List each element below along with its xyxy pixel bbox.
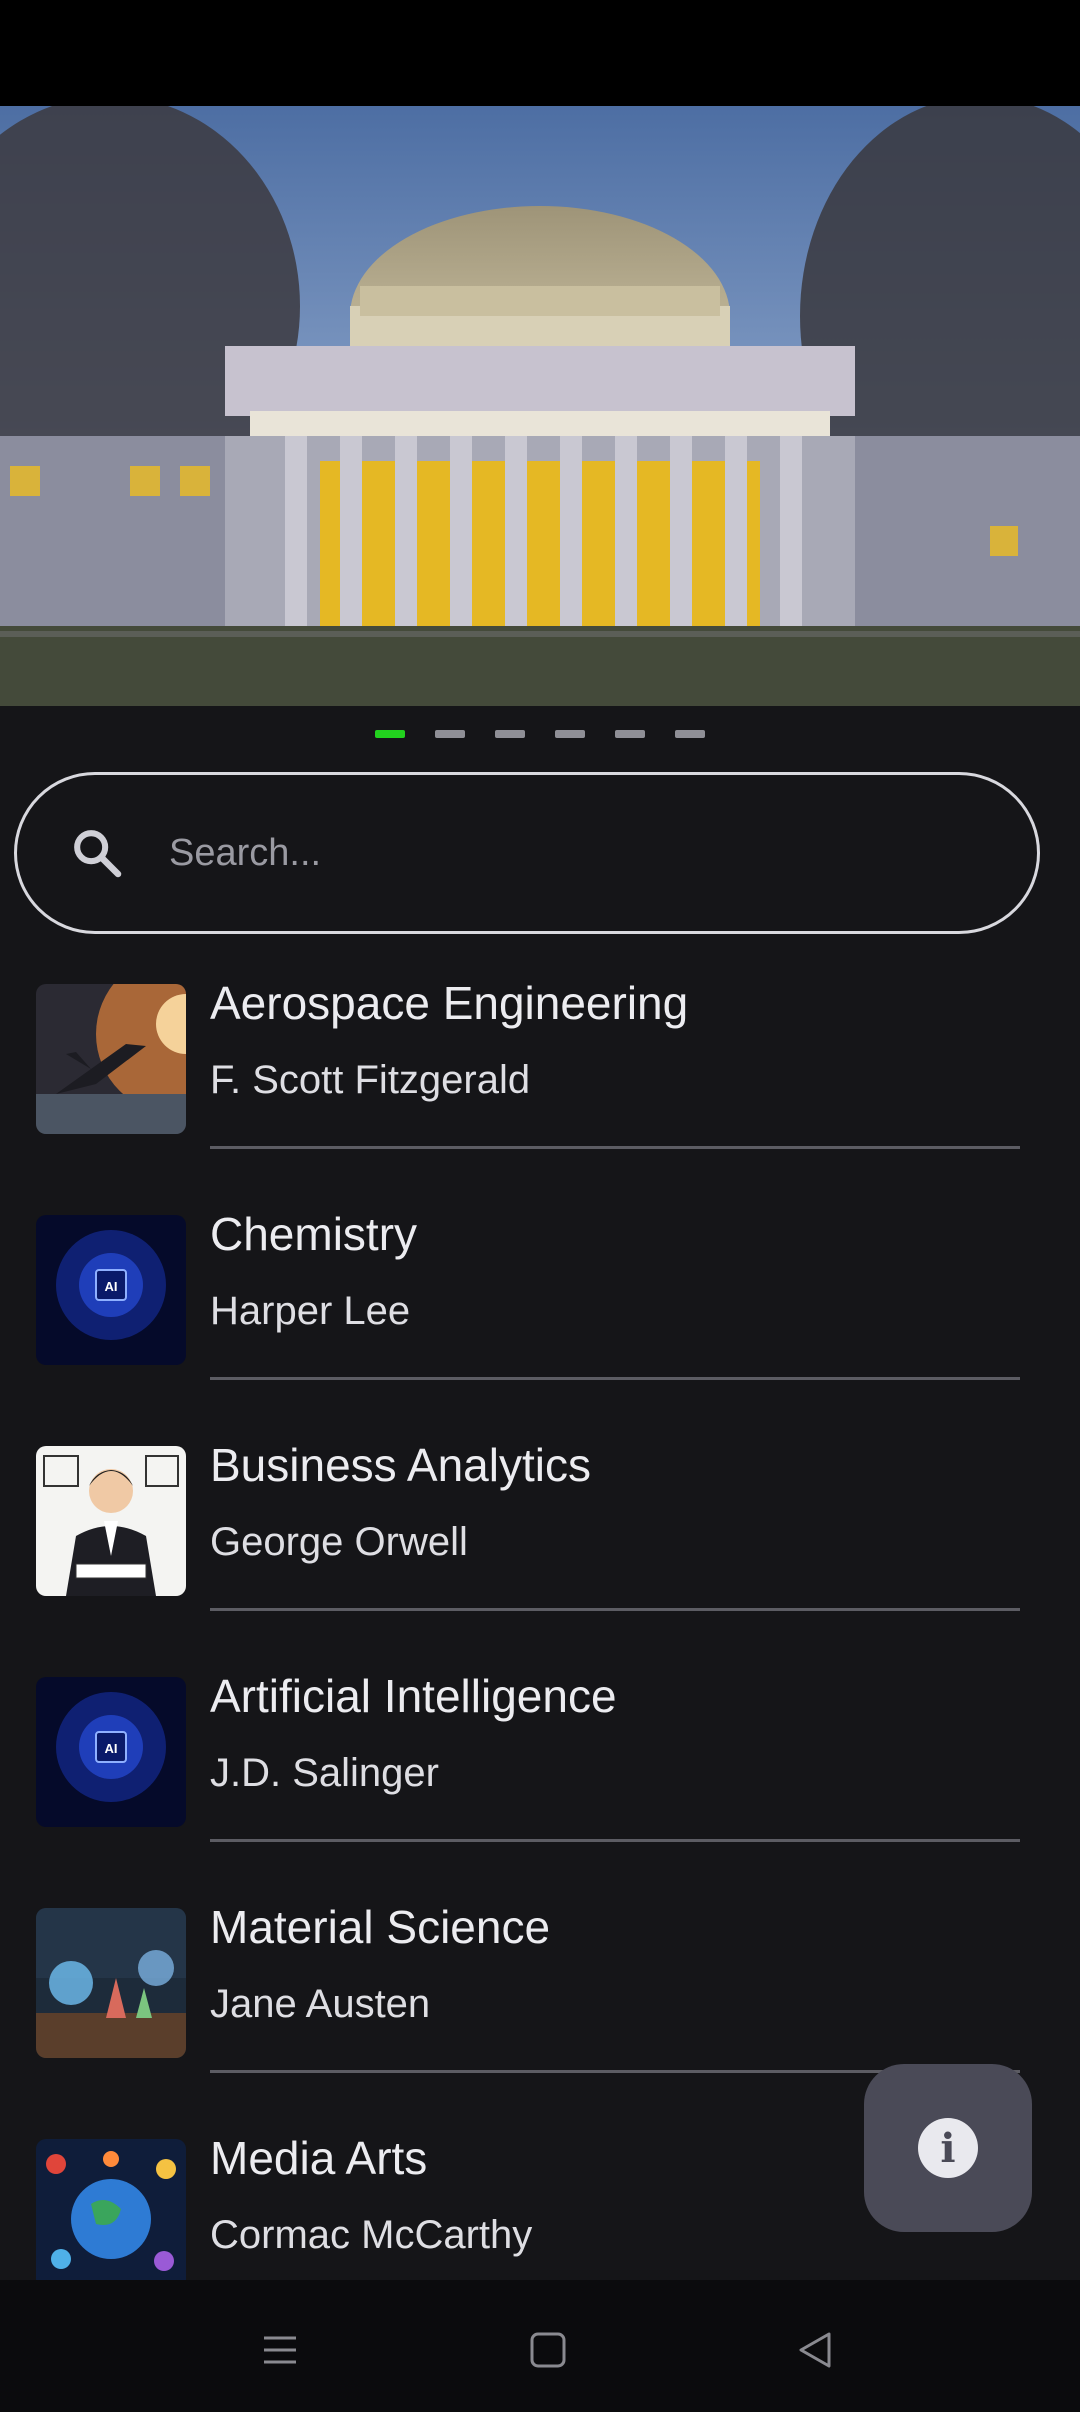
list-item[interactable]: AI Chemistry Harper Lee — [0, 1191, 1080, 1422]
carousel-indicator[interactable] — [0, 730, 1080, 740]
campus-dome-image — [0, 106, 1080, 706]
course-title: Aerospace Engineering — [210, 977, 689, 1029]
lab-thumbnail — [36, 1908, 186, 2058]
back-icon — [799, 2332, 831, 2368]
list-item[interactable]: AI Artificial Intelligence J.D. Salinger — [0, 1653, 1080, 1884]
carousel-dot-2[interactable] — [435, 730, 465, 738]
carousel-dot-6[interactable] — [675, 730, 705, 738]
svg-text:AI: AI — [105, 1741, 118, 1756]
course-author: Cormac McCarthy — [210, 2213, 533, 2257]
ai-chip-thumbnail: AI — [36, 1215, 186, 1365]
search-input[interactable] — [167, 775, 997, 931]
course-title: Artificial Intelligence — [210, 1670, 617, 1722]
search-bar[interactable] — [14, 772, 1040, 934]
course-title: Chemistry — [210, 1208, 418, 1260]
jet-thumbnail — [36, 984, 186, 1134]
carousel-dot-3[interactable] — [495, 730, 525, 738]
status-bar — [0, 0, 1080, 106]
search-icon — [74, 830, 122, 878]
info-icon: i — [918, 2118, 978, 2178]
course-author: Jane Austen — [210, 1982, 431, 2026]
ai-chip-thumbnail: AI — [36, 1677, 186, 1827]
home-icon — [530, 2332, 566, 2368]
course-author: J.D. Salinger — [210, 1751, 439, 1795]
list-item[interactable]: Aerospace Engineering F. Scott Fitzgeral… — [0, 960, 1080, 1191]
course-author: Harper Lee — [210, 1289, 411, 1333]
menu-nav-button[interactable] — [240, 2310, 320, 2390]
back-nav-button[interactable] — [775, 2310, 855, 2390]
banner-image[interactable] — [0, 106, 1080, 706]
divider — [210, 1377, 1020, 1380]
app-screen: Aerospace Engineering F. Scott Fitzgeral… — [0, 0, 1080, 2412]
divider — [210, 1608, 1020, 1611]
course-author: George Orwell — [210, 1520, 468, 1564]
info-fab-button[interactable]: i — [864, 2064, 1032, 2232]
svg-text:AI: AI — [105, 1279, 118, 1294]
menu-icon — [264, 2336, 296, 2364]
list-item[interactable]: Business Analytics George Orwell — [0, 1422, 1080, 1653]
carousel-dot-4[interactable] — [555, 730, 585, 738]
divider — [210, 1146, 1020, 1149]
system-navigation-bar — [0, 2280, 1080, 2412]
course-title: Material Science — [210, 1901, 551, 1953]
home-nav-button[interactable] — [508, 2310, 588, 2390]
globe-media-thumbnail — [36, 2139, 186, 2280]
course-title: Media Arts — [210, 2132, 428, 2184]
course-title: Business Analytics — [210, 1439, 591, 1491]
course-author: F. Scott Fitzgerald — [210, 1058, 531, 1102]
carousel-dot-1[interactable] — [375, 730, 405, 738]
businessman-thumbnail — [36, 1446, 186, 1596]
divider — [210, 1839, 1020, 1842]
carousel-dot-5[interactable] — [615, 730, 645, 738]
